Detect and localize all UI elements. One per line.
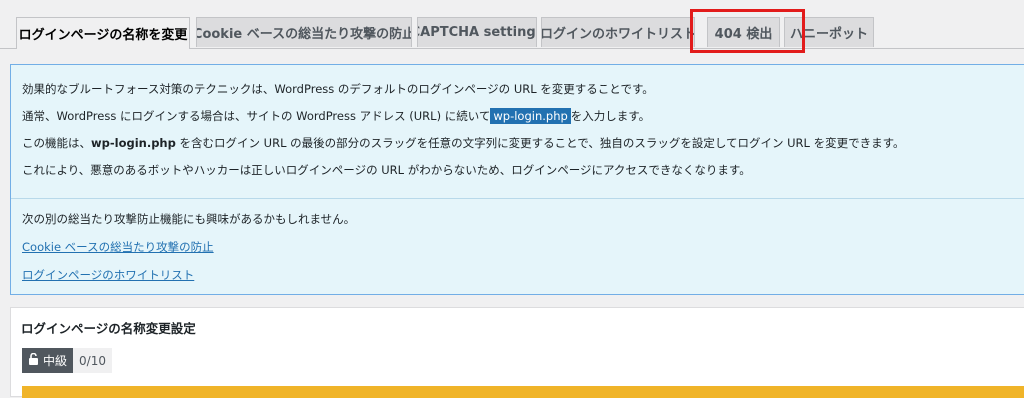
info-text: 効果的なブルートフォース対策のテクニックは、WordPress のデフォルトのロ… — [22, 82, 654, 96]
level-badge: 中級 — [22, 348, 74, 373]
panel-title: ログインページの名称変更設定 — [21, 321, 196, 336]
code-highlight: wp-login.php — [490, 108, 571, 124]
security-level: 中級 0/10 — [22, 348, 112, 373]
related-intro-text: 次の別の総当たり攻撃防止機能にも興味があるかもしれません。 — [22, 212, 356, 226]
info-text: 通常、WordPress にログインする場合は、サイトの WordPress ア… — [22, 108, 650, 124]
info-box: 効果的なブルートフォース対策のテクニックは、WordPress のデフォルトのロ… — [10, 64, 1024, 295]
unlock-icon — [28, 352, 39, 368]
link-cookie-brute-force[interactable]: Cookie ベースの総当たり攻撃の防止 — [22, 239, 214, 255]
divider — [11, 198, 1024, 199]
tab-honeypot[interactable]: ハニーポット — [784, 17, 874, 47]
link-login-whitelist[interactable]: ログインページのホワイトリスト — [22, 267, 194, 283]
tab-login-whitelist[interactable]: ログインのホワイトリスト — [541, 17, 695, 47]
settings-panel: ログインページの名称変更設定 中級 0/10 — [10, 307, 1024, 398]
info-text-bold: wp-login.php — [91, 136, 176, 150]
info-text: これにより、悪意のあるボットやハッカーは正しいログインページの URL がわから… — [22, 163, 751, 177]
info-text-segment: を入力します。 — [570, 109, 651, 123]
tab-cookie-brute-force[interactable]: Cookie ベースの総当たり攻撃の防止 — [196, 17, 412, 47]
tab-404-detection[interactable]: 404 検出 — [707, 17, 780, 47]
info-text: この機能は、wp-login.php を含むログイン URL の最後の部分のスラ… — [22, 135, 904, 151]
level-label: 中級 — [43, 354, 68, 368]
info-text-segment: を含むログイン URL の最後の部分のスラッグを任意の文字列に変更することで、独… — [175, 136, 905, 150]
info-text-segment: この機能は、 — [22, 136, 91, 150]
tab-captcha-settings[interactable]: CAPTCHA settings — [417, 17, 537, 47]
level-score: 0/10 — [73, 348, 112, 373]
tab-bar: ログインページの名称を変更 Cookie ベースの総当たり攻撃の防止 CAPTC… — [0, 0, 1024, 49]
warning-bar — [22, 386, 1024, 398]
info-text-segment: 通常、WordPress にログインする場合は、サイトの WordPress ア… — [22, 109, 491, 123]
tab-rename-login-page[interactable]: ログインページの名称を変更 — [16, 17, 190, 49]
